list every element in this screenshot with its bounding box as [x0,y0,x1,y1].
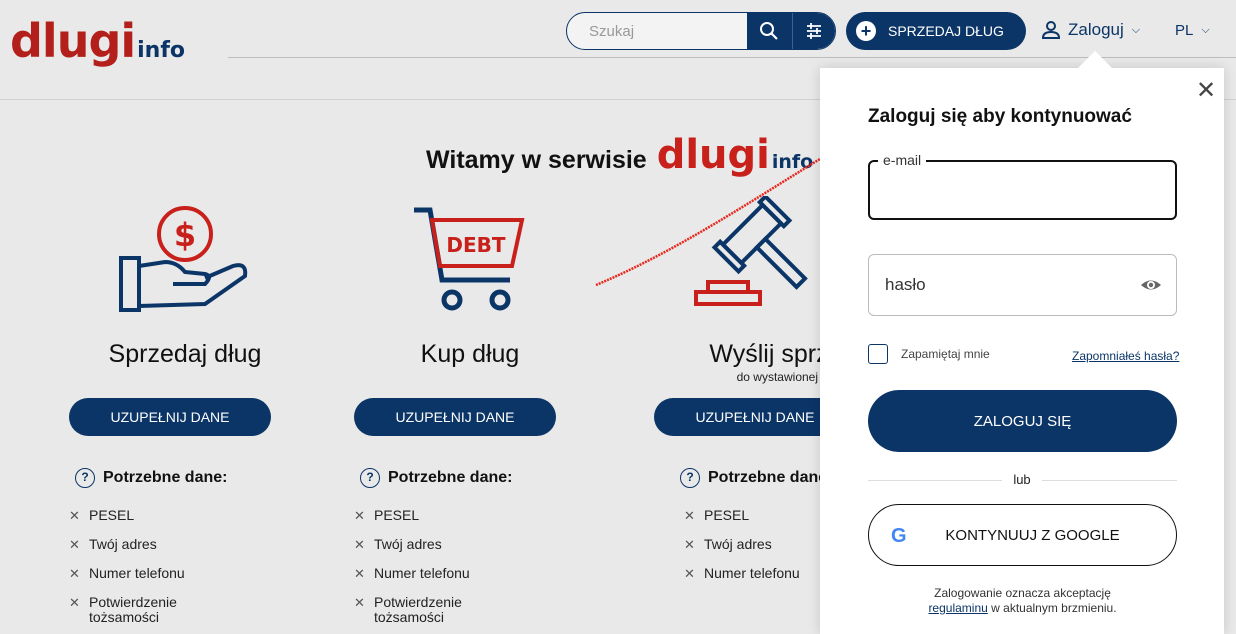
terms-suffix: w aktualnym brzmieniu. [991,601,1117,615]
login-title: Zaloguj się aby kontynuować [868,106,1132,127]
list-item-text: PESEL [374,507,420,523]
search-bar [566,12,836,50]
login-button[interactable]: ZALOGUJ SIĘ [868,390,1177,452]
list-item: ✕ Numer telefonu [354,565,504,582]
list-item: ✕ Twój adres [69,536,219,553]
debt-cart-icon: DEBT [414,207,525,311]
eye-icon[interactable] [1140,276,1162,294]
svg-text:$: $ [174,216,196,254]
email-label: e-mail [878,152,927,168]
cross-icon: ✕ [69,537,80,552]
svg-text:DEBT: DEBT [446,233,506,257]
logo-main-text: dlugi [10,14,136,68]
logo-sub-text: info [137,38,186,63]
required-data-label: Potrzebne dane: [103,469,228,486]
list-item-text: Numer telefonu [374,565,470,581]
required-data-list: ✕ PESEL ✕ Twój adres ✕ Numer telefonu [684,508,834,595]
header-divider [228,57,1236,58]
welcome-text: Witamy w serwisie [426,146,647,174]
required-data-list: ✕ PESEL ✕ Twój adres ✕ Numer telefonu ✕ Potw… [69,508,219,634]
list-item: ✕ Numer telefonu [684,565,834,582]
welcome-heading: Witamy w serwisie dlugi info [426,132,813,178]
list-item-text: Numer telefonu [704,565,800,581]
card-title: Sprzedaj dług [108,340,262,368]
google-icon: G [891,525,907,547]
plus-circle-icon: + [856,21,876,41]
fill-data-button[interactable]: UZUPEŁNIJ DANE [354,398,556,436]
question-icon: ? [360,468,380,488]
required-data-list: ✕ PESEL ✕ Twój adres ✕ Numer telefonu ✕ Potw… [354,508,504,634]
required-data-label: Potrzebne dane: [708,469,833,486]
list-item: ✕ Potwierdzenie tożsamości [354,595,504,625]
list-item: ✕ PESEL [69,507,219,524]
sell-debt-button[interactable]: + SPRZEDAJ DŁUG [846,12,1026,50]
list-item-text: PESEL [704,507,750,523]
terms-note: Zalogowanie oznacza akceptację regulamin… [868,586,1177,616]
list-item-text: Twój adres [704,536,772,552]
required-data-label: Potrzebne dane: [388,469,513,486]
email-field[interactable]: e-mail [868,152,1177,220]
welcome-logo-sub: info [771,151,814,173]
list-item: ✕ Numer telefonu [69,565,219,582]
question-icon: ? [680,468,700,488]
cross-icon: ✕ [354,566,365,581]
list-item-text: Potwierdzenie tożsamości [374,594,462,625]
list-item-text: PESEL [89,507,135,523]
forgot-password-link[interactable]: Zapomniałeś hasła? [1072,349,1179,363]
required-data-heading: ? Potrzebne dane: [360,468,512,488]
cross-icon: ✕ [684,566,695,581]
search-input[interactable] [567,13,747,49]
cross-icon: ✕ [69,595,80,610]
welcome-logo-main: dlugi [656,132,770,178]
remember-checkbox[interactable] [868,344,888,364]
cross-icon: ✕ [69,508,80,523]
google-login-label: KONTYNUUJ Z GOOGLE [945,526,1120,544]
cross-icon: ✕ [684,508,695,523]
sell-debt-label: SPRZEDAJ DŁUG [888,23,1004,39]
remember-label: Zapamiętaj mnie [901,347,990,361]
terms-line: regulaminu w aktualnym brzmieniu. [868,601,1177,616]
fill-data-button[interactable]: UZUPEŁNIJ DANE [69,398,271,436]
language-select[interactable]: PL ⌵ [1175,22,1210,39]
or-label: lub [1002,472,1042,487]
close-icon[interactable]: ✕ [1196,76,1216,105]
list-item-text: Twój adres [89,536,157,552]
list-item: ✕ PESEL [354,507,504,524]
site-logo[interactable]: dlugi info [10,14,185,68]
chevron-down-icon: ⌵ [1131,23,1141,36]
login-popover: ✕ Zaloguj się aby kontynuować e-mail has… [820,51,1224,634]
cross-icon: ✕ [69,566,80,581]
password-placeholder: hasło [885,275,926,294]
list-item-text: Potwierdzenie tożsamości [89,594,177,625]
cross-icon: ✕ [684,537,695,552]
user-icon [1041,21,1061,39]
search-icon [760,22,779,40]
list-item: ✕ Twój adres [354,536,504,553]
cross-icon: ✕ [354,595,365,610]
required-data-heading: ? Potrzebne dane: [75,468,227,488]
chevron-down-icon: ⌵ [1201,24,1210,36]
cross-icon: ✕ [354,508,365,523]
list-item: ✕ Twój adres [684,536,834,553]
list-item: ✕ PESEL [684,507,834,524]
list-item: ✕ Potwierdzenie tożsamości [69,595,219,625]
login-menu-label: Zaloguj [1068,20,1124,39]
required-data-heading: ? Potrzebne dane: [680,468,832,488]
card-title: Kup dług [420,340,520,368]
cross-icon: ✕ [354,537,365,552]
terms-prefix: Zalogowanie oznacza akceptację [934,586,1111,600]
login-menu[interactable]: Zaloguj ⌵ [1040,20,1140,40]
search-button[interactable] [747,13,792,49]
language-label: PL [1175,22,1194,39]
filter-button[interactable] [791,13,835,49]
sliders-icon [806,23,821,39]
password-field[interactable]: hasło [868,254,1177,316]
list-item-text: Numer telefonu [89,565,185,581]
question-icon: ? [75,468,95,488]
google-login-button[interactable]: G KONTYNUUJ Z GOOGLE [868,504,1177,566]
terms-link[interactable]: regulaminu [928,601,987,615]
money-hand-icon: $ [119,206,248,312]
remember-me[interactable]: Zapamiętaj mnie [868,344,990,364]
list-item-text: Twój adres [374,536,442,552]
